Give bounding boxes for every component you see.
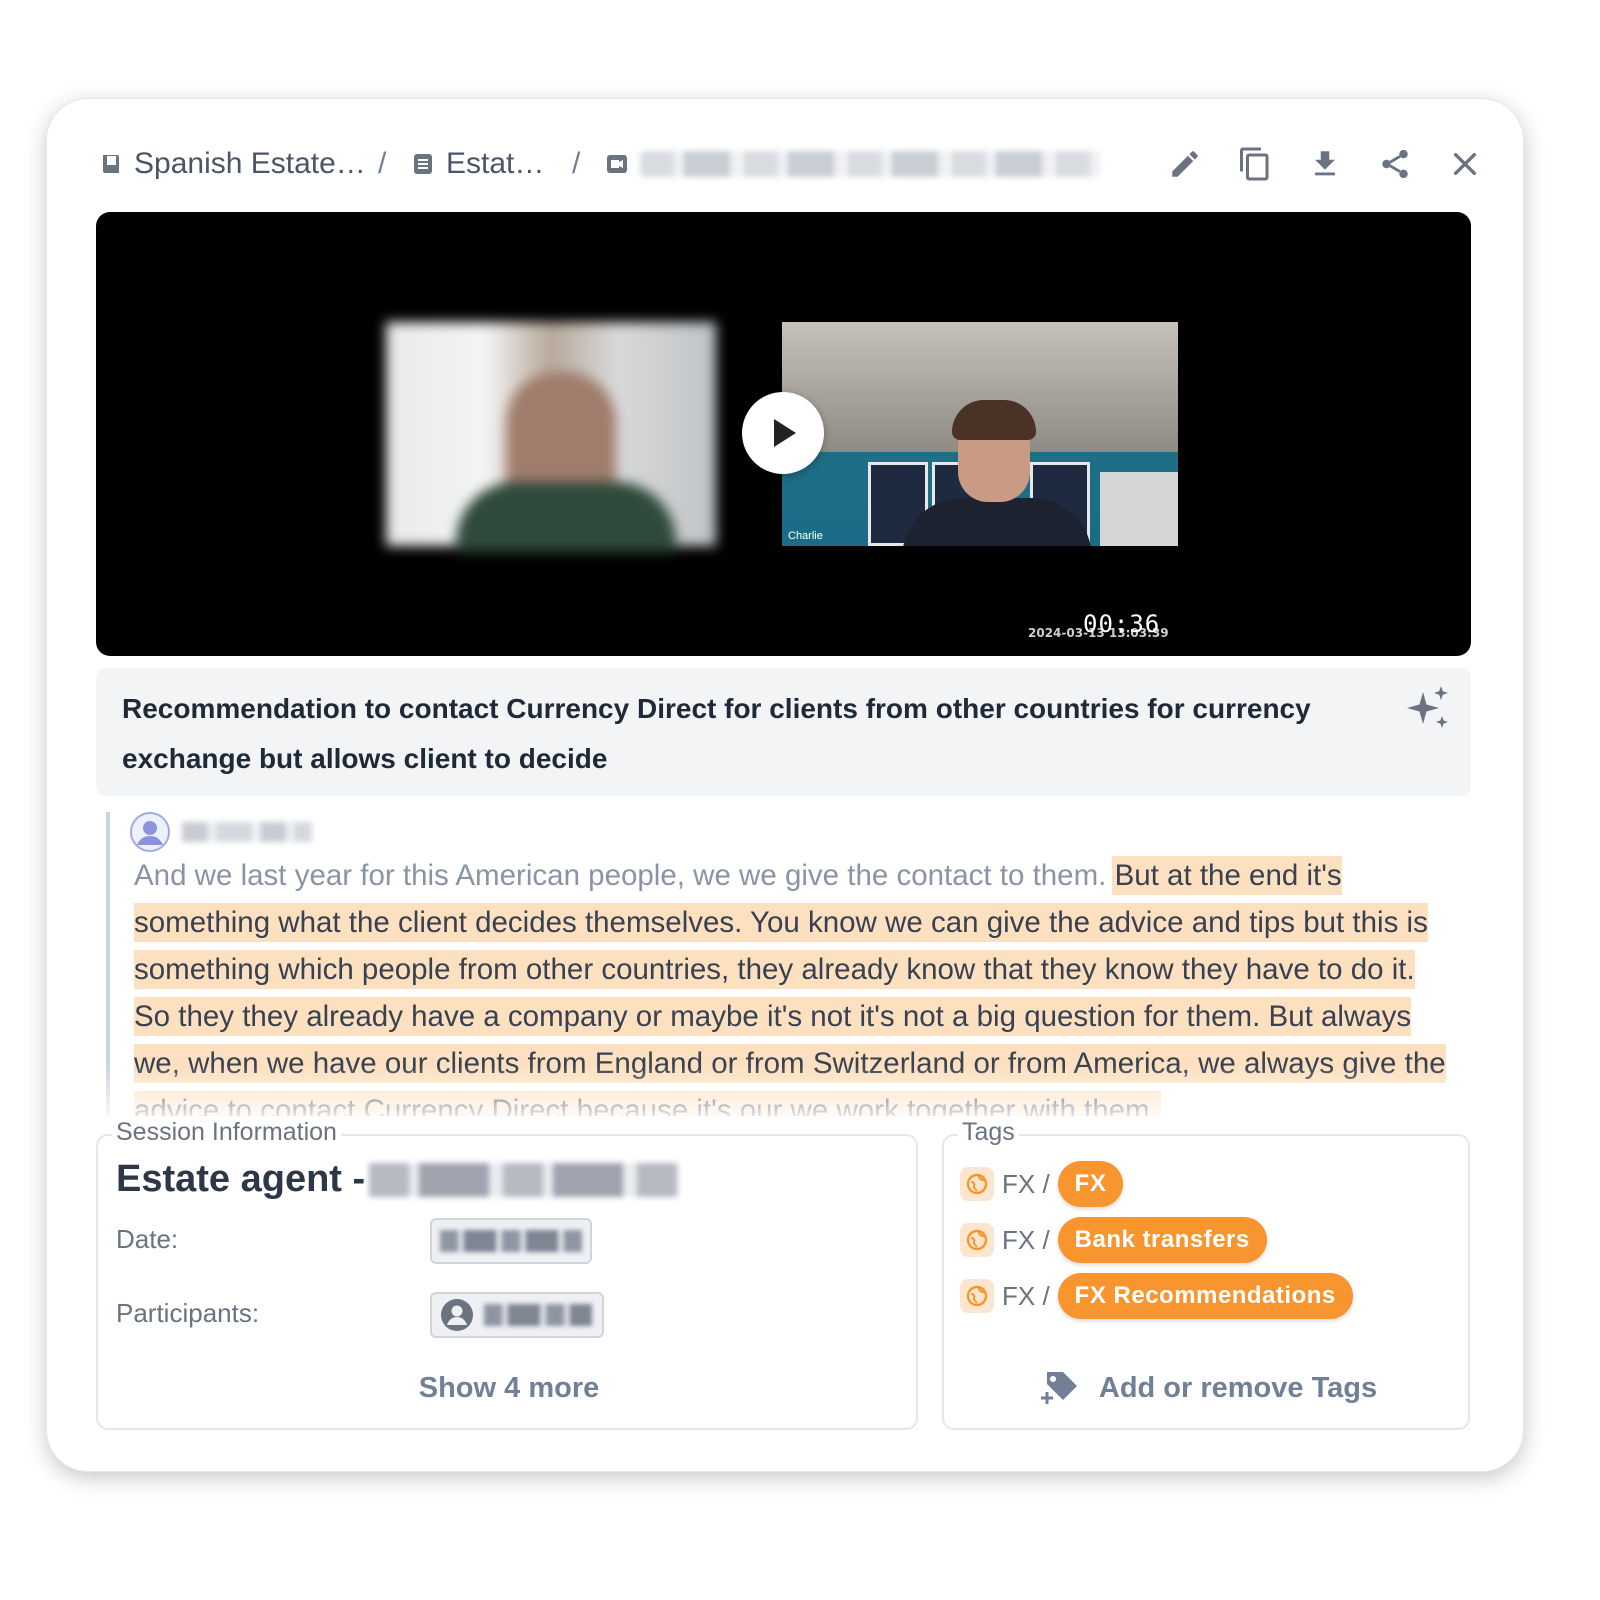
breadcrumb-separator: / xyxy=(572,147,581,180)
tag-row: FX / FX Recommendations xyxy=(960,1272,1353,1320)
tag-pill[interactable]: FX xyxy=(1057,1161,1124,1207)
tag-prefix: FX / xyxy=(1002,1280,1050,1311)
breadcrumb-label: Spanish Estate… xyxy=(134,147,366,180)
transcript-context: And we last year for this American peopl… xyxy=(134,859,1115,892)
edit-button[interactable] xyxy=(1164,143,1206,185)
copy-button[interactable] xyxy=(1234,143,1276,185)
play-button[interactable] xyxy=(742,392,824,474)
tag-row: FX / FX xyxy=(960,1160,1124,1208)
speaker xyxy=(128,812,312,852)
participant-name-redacted xyxy=(484,1304,592,1326)
user-icon xyxy=(441,1299,473,1331)
session-information-panel: Session Information Estate agent - Date:… xyxy=(96,1118,920,1430)
sparkle-icon xyxy=(1407,686,1448,728)
recording-name-redacted xyxy=(640,151,1100,177)
video-tile-participant: Charlie xyxy=(782,322,1178,546)
copy-icon xyxy=(1240,147,1269,181)
date-value-redacted xyxy=(440,1230,582,1252)
panel-legend: Session Information xyxy=(112,1118,341,1147)
book-icon xyxy=(98,151,124,177)
tag-prefix: FX / xyxy=(1002,1224,1050,1255)
share-button[interactable] xyxy=(1374,143,1416,185)
speaker-name-redacted xyxy=(182,822,312,842)
participant-label: Charlie xyxy=(788,530,823,542)
download-button[interactable] xyxy=(1304,143,1346,185)
toolbar xyxy=(1164,140,1486,188)
date-label: Date: xyxy=(116,1224,179,1254)
date-chip xyxy=(430,1218,592,1264)
tag-category-icon xyxy=(960,1279,994,1313)
tag-add-icon xyxy=(1040,1372,1077,1404)
session-title: Estate agent - xyxy=(116,1158,680,1201)
show-more-button[interactable]: Show 4 more xyxy=(98,1372,920,1405)
summary-text: Recommendation to contact Currency Direc… xyxy=(122,693,1311,774)
edit-icon xyxy=(1172,151,1198,177)
tag-category-icon xyxy=(960,1167,994,1201)
download-icon xyxy=(1315,151,1335,176)
close-button[interactable] xyxy=(1444,143,1486,185)
breadcrumb-item-recording[interactable] xyxy=(604,140,1100,188)
video-player[interactable]: Charlie 2024-03-13 13:03:39 00:36 xyxy=(96,212,1471,656)
tag-row: FX / Bank transfers xyxy=(960,1216,1267,1264)
add-tags-label: Add or remove Tags xyxy=(1098,1371,1378,1404)
session-title-text: Estate agent - xyxy=(116,1158,366,1200)
session-name-redacted xyxy=(369,1162,680,1197)
breadcrumb-separator: / xyxy=(378,147,387,180)
video-icon xyxy=(604,151,630,177)
transcript-excerpt: And we last year for this American peopl… xyxy=(106,812,1466,1116)
avatar-icon xyxy=(130,812,170,852)
tag-category-icon xyxy=(960,1223,994,1257)
share-icon xyxy=(1382,149,1408,179)
tag-pill[interactable]: FX Recommendations xyxy=(1057,1273,1353,1319)
panel-legend: Tags xyxy=(958,1118,1019,1147)
breadcrumb-label: Estat… xyxy=(446,147,545,180)
breadcrumb-item-folder[interactable]: Estat… xyxy=(410,140,544,188)
close-icon xyxy=(1453,152,1477,176)
document-icon xyxy=(410,151,436,177)
participant-chip[interactable] xyxy=(430,1292,604,1338)
tag-prefix: FX / xyxy=(1002,1168,1050,1199)
tag-pill[interactable]: Bank transfers xyxy=(1057,1217,1267,1263)
header: Spanish Estate… / Estat… / xyxy=(96,140,1486,188)
video-duration: 00:36 xyxy=(1083,610,1161,638)
tags-panel: Tags FX / FX FX / Bank transfers FX / FX… xyxy=(942,1118,1472,1430)
video-tile-redacted xyxy=(386,322,716,552)
breadcrumb-item-project[interactable]: Spanish Estate… xyxy=(98,140,366,188)
play-icon xyxy=(774,419,796,447)
ai-summary: Recommendation to contact Currency Direc… xyxy=(96,668,1471,796)
participants-label: Participants: xyxy=(116,1298,260,1328)
add-remove-tags-button[interactable]: Add or remove Tags xyxy=(944,1368,1472,1408)
